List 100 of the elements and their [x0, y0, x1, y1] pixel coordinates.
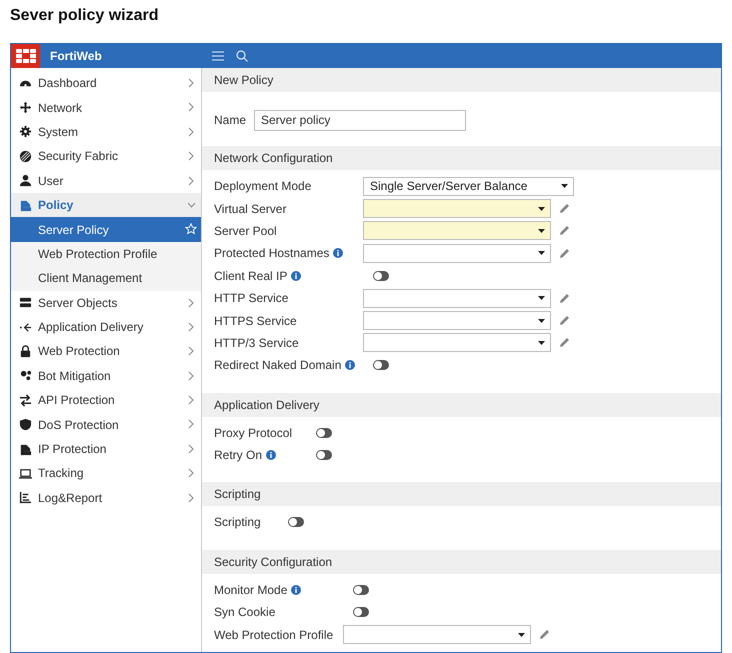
menu-item-icon: [19, 344, 32, 358]
menu-item-icon: [19, 418, 32, 432]
field-label: Protected Hostnames: [214, 245, 330, 262]
field-label: Server Pool: [214, 222, 277, 240]
dropdown-caret-icon: [518, 632, 525, 637]
sidebar-item[interactable]: DoS Protection: [11, 412, 201, 437]
field-label: Redirect Naked Domain: [214, 357, 342, 374]
sidebar-item[interactable]: System: [11, 120, 201, 144]
star-icon[interactable]: [185, 223, 197, 236]
page-title: Sever policy wizard: [10, 6, 160, 26]
brand-name: FortiWeb: [50, 48, 103, 65]
select-field[interactable]: [363, 244, 551, 263]
pencil-icon[interactable]: [559, 248, 570, 259]
search-icon[interactable]: [236, 50, 248, 62]
chevron-icon: [188, 176, 195, 186]
select-field[interactable]: [363, 288, 551, 308]
sidebar-item[interactable]: Dashboard: [11, 71, 201, 96]
sidebar-item[interactable]: Log&Report: [11, 486, 201, 510]
field-label: Syn Cookie: [214, 604, 276, 622]
sidebar-item[interactable]: API Protection: [11, 388, 201, 412]
select-field[interactable]: [363, 221, 551, 240]
chevron-icon: [188, 322, 195, 332]
chevron-icon: [188, 151, 195, 162]
pencil-icon[interactable]: [559, 337, 570, 348]
field-label: Virtual Server: [214, 200, 286, 218]
select-field[interactable]: [363, 199, 551, 218]
toggle-switch[interactable]: [373, 360, 389, 370]
field-label: Proxy Protocol: [214, 424, 292, 442]
field-label: HTTP Service: [214, 290, 288, 308]
sidebar-item[interactable]: Server Objects: [11, 290, 201, 315]
select-field[interactable]: Single Server/Server Balance: [363, 176, 574, 196]
pencil-icon[interactable]: [559, 225, 570, 236]
field-label: HTTP/3 Service: [214, 334, 299, 352]
toggle-switch[interactable]: [288, 517, 304, 528]
menu-item-icon: [19, 174, 32, 188]
pencil-icon[interactable]: [559, 315, 570, 326]
sidebar-item[interactable]: Tracking: [11, 461, 201, 486]
chevron-icon: [188, 444, 195, 454]
chevron-icon: [188, 395, 195, 406]
dropdown-caret-icon: [538, 340, 545, 345]
dropdown-caret-icon: [538, 228, 545, 233]
select-field[interactable]: [343, 625, 531, 644]
field-label: Name: [214, 112, 246, 129]
sidebar-subitem[interactable]: Server Policy: [11, 217, 201, 242]
chevron-icon: [188, 346, 195, 356]
sidebar-item[interactable]: Policy: [11, 192, 201, 218]
select-field[interactable]: [363, 311, 551, 330]
menu-item-icon: [19, 150, 32, 163]
menu-item-icon: [19, 320, 32, 334]
menu-item-icon: [19, 491, 32, 504]
sidebar-item[interactable]: Web Protection: [11, 339, 201, 364]
pencil-icon[interactable]: [539, 629, 550, 640]
dropdown-caret-icon: [561, 184, 568, 188]
field-label: HTTPS Service: [214, 312, 297, 330]
toggle-switch[interactable]: [316, 450, 332, 460]
chevron-icon: [188, 78, 195, 88]
dropdown-caret-icon: [538, 296, 545, 300]
menu-item-icon: [19, 442, 32, 456]
name-input[interactable]: Server policy: [254, 110, 466, 130]
sidebar-item[interactable]: Bot Mitigation: [11, 364, 201, 388]
dropdown-caret-icon: [538, 251, 545, 256]
field-label: Deployment Mode: [214, 178, 312, 196]
menu-item-icon: [19, 466, 32, 480]
sidebar-subitem[interactable]: Client Management: [11, 266, 201, 291]
pencil-icon[interactable]: [559, 292, 570, 304]
toggle-switch[interactable]: [353, 584, 369, 595]
field-label: Client Real IP: [214, 268, 288, 285]
field-label: Web Protection Profile: [214, 626, 334, 644]
field-label: Scripting: [214, 514, 261, 532]
sidebar-item[interactable]: Security Fabric: [11, 144, 201, 169]
menu-icon[interactable]: [212, 51, 224, 61]
dropdown-caret-icon: [538, 318, 545, 323]
sidebar-item[interactable]: Network: [11, 95, 201, 120]
chevron-icon: [188, 102, 195, 112]
section-header: Scripting: [202, 482, 721, 506]
toggle-switch[interactable]: [373, 270, 389, 281]
menu-item-icon: [19, 394, 32, 407]
menu-item-icon: [19, 198, 32, 212]
pencil-icon[interactable]: [559, 203, 570, 214]
sidebar-item[interactable]: IP Protection: [11, 436, 201, 462]
field-label: Monitor Mode: [214, 582, 288, 599]
toggle-switch[interactable]: [316, 428, 332, 438]
field-label: Retry On: [214, 447, 262, 464]
sidebar-item[interactable]: Application Delivery: [11, 314, 201, 340]
sidebar-subitem[interactable]: Web Protection Profile: [11, 242, 201, 266]
menu-item-icon: [19, 369, 32, 382]
menu-item-icon: [19, 101, 32, 114]
toggle-switch[interactable]: [353, 607, 369, 618]
chevron-icon: [188, 370, 195, 381]
select-field[interactable]: [363, 333, 551, 352]
sidebar-item[interactable]: User: [11, 168, 201, 193]
menu-item-icon: [19, 296, 32, 310]
chevron-icon: [188, 468, 195, 478]
chevron-icon: [188, 419, 195, 430]
section-header: New Policy: [202, 68, 721, 92]
dropdown-caret-icon: [538, 206, 545, 211]
section-header: Security Configuration: [202, 550, 721, 574]
section-header: Application Delivery: [202, 392, 721, 417]
chevron-icon: [188, 492, 195, 503]
chevron-icon: [188, 126, 195, 137]
